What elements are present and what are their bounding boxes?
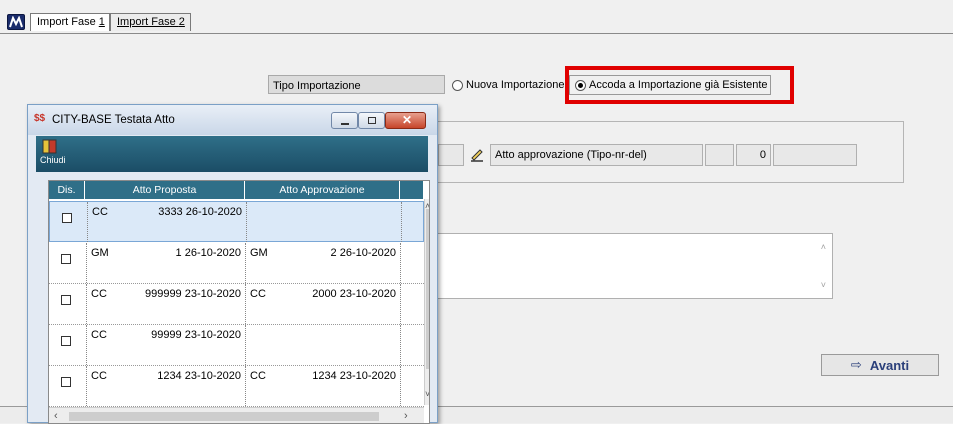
approval-type: CC bbox=[250, 370, 266, 382]
column-header-extra bbox=[400, 181, 424, 199]
tab-import-fase-1[interactable]: Import Fase 1 bbox=[30, 13, 110, 31]
app-dollar-icon: $$ bbox=[34, 113, 46, 124]
column-divider bbox=[86, 325, 87, 365]
column-divider bbox=[400, 325, 401, 365]
column-header-atto-approvazione[interactable]: Atto Approvazione bbox=[245, 181, 400, 199]
vertical-scrollbar[interactable]: ˄ ˅ bbox=[424, 199, 429, 405]
table-row[interactable]: CC 99999 23-10-2020 bbox=[49, 325, 424, 366]
approval-number-date: 2000 23-10-2020 bbox=[312, 288, 396, 300]
edit-pencil-icon[interactable] bbox=[469, 146, 485, 162]
column-divider bbox=[245, 284, 246, 324]
close-icon: ✕ bbox=[402, 113, 413, 127]
avanti-button[interactable]: ⇨ Avanti bbox=[821, 354, 939, 376]
table-row[interactable]: GM 1 26-10-2020 GM 2 26-10-2020 bbox=[49, 243, 424, 284]
proposal-type: CC bbox=[91, 370, 107, 382]
proposal-type: CC bbox=[92, 206, 108, 218]
avanti-button-label: Avanti bbox=[869, 357, 910, 373]
column-divider bbox=[87, 202, 88, 242]
approval-number-date: 1234 23-10-2020 bbox=[312, 370, 396, 382]
row-checkbox[interactable] bbox=[62, 213, 72, 223]
approval-type: CC bbox=[250, 288, 266, 300]
testata-atto-window: $$ CITY-BASE Testata Atto ✕ Chiudi Dis. … bbox=[27, 104, 438, 424]
table-row[interactable]: CC 1234 23-10-2020 CC 1234 23-10-2020 bbox=[49, 366, 424, 407]
column-divider bbox=[246, 202, 247, 242]
proposal-type: CC bbox=[91, 288, 107, 300]
tab-label-accel: 1 bbox=[98, 16, 105, 28]
approval-number-date: 2 26-10-2020 bbox=[330, 247, 396, 259]
arrow-right-icon: ⇨ bbox=[850, 357, 862, 372]
column-header-dis[interactable]: Dis. bbox=[49, 181, 85, 199]
close-button[interactable]: ✕ bbox=[385, 112, 426, 129]
scroll-down-icon[interactable]: ˅ bbox=[425, 389, 429, 399]
table-row[interactable]: CC 999999 23-10-2020 CC 2000 23-10-2020 bbox=[49, 284, 424, 325]
maximize-button[interactable] bbox=[358, 112, 385, 129]
table-row[interactable]: CC 3333 26-10-2020 bbox=[49, 201, 424, 242]
proposal-number-date: 1 26-10-2020 bbox=[175, 247, 241, 259]
approval-number-field[interactable]: 0 bbox=[736, 144, 771, 166]
proposal-number-date: 3333 26-10-2020 bbox=[158, 206, 242, 218]
column-divider bbox=[86, 366, 87, 406]
scroll-down-icon[interactable]: ˅ bbox=[821, 280, 826, 290]
tab-label: Import Fase bbox=[37, 16, 99, 28]
import-type-label: Tipo Importazione bbox=[268, 75, 445, 94]
column-divider bbox=[401, 202, 402, 242]
approval-type-field[interactable] bbox=[705, 144, 734, 166]
acts-grid: Dis. Atto Proposta Atto Approvazione CC … bbox=[48, 180, 430, 424]
proposal-type: GM bbox=[91, 247, 109, 259]
window-title: CITY-BASE Testata Atto bbox=[52, 114, 175, 126]
column-header-atto-proposta[interactable]: Atto Proposta bbox=[85, 181, 245, 199]
scroll-left-icon[interactable]: ‹ bbox=[54, 410, 58, 422]
minimize-button[interactable] bbox=[331, 112, 358, 129]
proposal-number-date: 1234 23-10-2020 bbox=[157, 370, 241, 382]
column-divider bbox=[86, 284, 87, 324]
scroll-right-icon[interactable]: › bbox=[404, 410, 408, 422]
row-checkbox[interactable] bbox=[61, 295, 71, 305]
minimize-icon bbox=[341, 123, 349, 125]
window-toolbar: Chiudi bbox=[36, 136, 428, 172]
tab-label-accel: 2 bbox=[178, 16, 185, 28]
red-highlight-box bbox=[565, 66, 794, 104]
proposal-field[interactable] bbox=[438, 144, 464, 166]
approval-type: GM bbox=[250, 247, 268, 259]
tab-label: Import Fase bbox=[117, 16, 179, 28]
row-checkbox[interactable] bbox=[61, 336, 71, 346]
radio-new-import[interactable]: Nuova Importazione bbox=[452, 79, 564, 91]
notes-textarea[interactable]: ˄ ˅ bbox=[420, 233, 833, 299]
row-checkbox[interactable] bbox=[61, 377, 71, 387]
app-logo-icon bbox=[7, 14, 25, 30]
column-divider bbox=[400, 243, 401, 283]
column-divider bbox=[245, 243, 246, 283]
proposal-number-date: 999999 23-10-2020 bbox=[144, 288, 241, 300]
exit-door-icon[interactable] bbox=[42, 139, 58, 154]
horizontal-scrollbar[interactable]: ‹ › bbox=[49, 407, 424, 423]
row-checkbox[interactable] bbox=[61, 254, 71, 264]
radio-circle[interactable] bbox=[452, 79, 463, 91]
column-divider bbox=[245, 325, 246, 365]
hscroll-thumb[interactable] bbox=[69, 412, 379, 421]
radio-new-import-label: Nuova Importazione bbox=[466, 79, 565, 91]
approval-date-field[interactable] bbox=[773, 144, 857, 166]
proposal-number-date: 99999 23-10-2020 bbox=[151, 329, 241, 341]
column-divider bbox=[400, 366, 401, 406]
window-titlebar[interactable]: $$ CITY-BASE Testata Atto ✕ bbox=[28, 105, 437, 135]
scroll-thumb[interactable] bbox=[426, 209, 429, 369]
column-divider bbox=[86, 243, 87, 283]
column-divider bbox=[400, 284, 401, 324]
proposal-type: CC bbox=[91, 329, 107, 341]
close-toolbar-label[interactable]: Chiudi bbox=[40, 155, 66, 165]
column-divider bbox=[245, 366, 246, 406]
scroll-up-icon[interactable]: ˄ bbox=[821, 242, 826, 252]
tab-import-fase-2[interactable]: Import Fase 2 bbox=[110, 13, 191, 31]
approval-label: Atto approvazione (Tipo-nr-del) bbox=[490, 144, 703, 166]
maximize-icon bbox=[368, 117, 376, 124]
